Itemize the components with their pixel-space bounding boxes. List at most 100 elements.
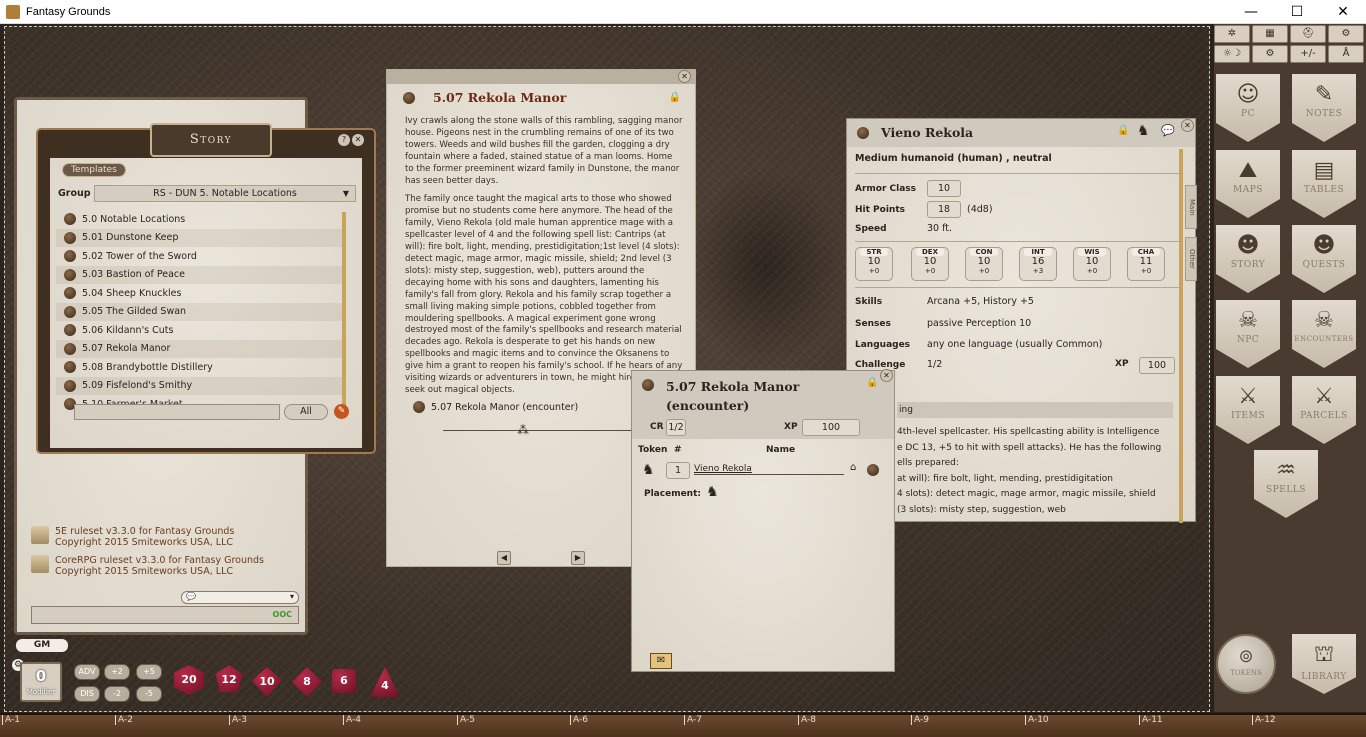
npc-type: Medium humanoid (human) , neutral (855, 153, 1052, 164)
list-item[interactable]: 5.09 Fisfelond's Smithy (56, 376, 344, 395)
ability-int[interactable]: INT 16 +3 (1019, 247, 1057, 281)
lock-icon[interactable]: 🔒 (669, 92, 681, 103)
tab-other[interactable]: Other (1185, 237, 1197, 281)
toolbar-button[interactable]: ⚙ (1328, 25, 1364, 43)
xp-field[interactable]: 100 (1139, 357, 1175, 374)
xp-field[interactable]: 100 (802, 419, 860, 436)
tokens-button[interactable]: ⊚ TOKENS (1216, 634, 1276, 694)
maximize-button[interactable]: ☐ (1274, 0, 1320, 24)
link-icon[interactable] (64, 268, 76, 281)
filter-input[interactable] (74, 404, 280, 420)
list-item[interactable]: 5.02 Tower of the Sword (56, 247, 344, 266)
toolbar-button[interactable]: ⛑ (1290, 25, 1326, 43)
token-icon[interactable]: ♞ (706, 484, 719, 500)
d6-die[interactable]: 6 (332, 669, 356, 693)
ability-str[interactable]: STR 10 +0 (855, 247, 893, 281)
minimize-button[interactable]: — (1228, 0, 1274, 24)
lock-icon[interactable]: 🔒 (866, 377, 878, 388)
cr-field[interactable]: 1/2 (666, 419, 686, 436)
toolbar-button[interactable]: ▦ (1252, 25, 1288, 43)
close-icon[interactable]: ✕ (352, 134, 364, 146)
list-item[interactable]: 5.05 The Gilded Swan (56, 302, 344, 321)
lock-icon[interactable]: 🔒 (1117, 125, 1129, 136)
token-icon[interactable]: ♞ (1137, 123, 1150, 139)
chat-mode-select[interactable]: 💬 ▾ (181, 591, 299, 604)
link-icon[interactable] (64, 305, 76, 318)
close-icon[interactable]: ✕ (880, 369, 893, 382)
link-icon[interactable] (64, 324, 76, 337)
tab-main[interactable]: Main (1185, 185, 1197, 229)
chat-input[interactable]: OOC (31, 606, 299, 624)
masks-icon: ☻ (1312, 233, 1336, 258)
hit-points-field[interactable]: 18 (927, 201, 961, 218)
list-item[interactable]: 5.01 Dunstone Keep (56, 228, 344, 247)
advantage-button[interactable]: ADV (74, 664, 100, 680)
languages-row: Languages any one language (usually Commo… (855, 339, 1103, 350)
scrollbar[interactable] (1179, 149, 1183, 523)
link-icon[interactable] (867, 464, 879, 476)
entry-title: 5.07 Rekola Manor (433, 90, 567, 105)
armor-class-field[interactable]: 10 (927, 180, 961, 197)
disadvantage-button[interactable]: DIS (74, 686, 100, 702)
ability-wis[interactable]: WIS 10 +0 (1073, 247, 1111, 281)
close-icon[interactable]: ✕ (678, 70, 691, 83)
templates-button[interactable]: Templates (62, 163, 126, 177)
ability-dex[interactable]: DEX 10 +0 (911, 247, 949, 281)
all-button[interactable]: All (284, 404, 328, 420)
ruler-mark: A-10 (1025, 715, 1049, 725)
link-icon[interactable] (64, 342, 76, 355)
link-icon[interactable] (64, 287, 76, 300)
list-item[interactable]: 5.06 Kildann's Cuts (56, 321, 344, 340)
toolbar-button[interactable]: Å (1328, 45, 1364, 63)
chat-icon[interactable]: 💬 (1161, 124, 1175, 137)
ability-cha[interactable]: CHA 11 +0 (1127, 247, 1165, 281)
npc-window[interactable]: Vieno Rekola 🔒 ♞ 💬 ✕ Medium humanoid (hu… (846, 118, 1197, 523)
faction-icon[interactable]: ⌂ (850, 462, 856, 473)
toolbar-button[interactable]: ✲ (1214, 25, 1250, 43)
token-icon[interactable]: ♞ (642, 462, 655, 478)
link-icon[interactable] (64, 231, 76, 244)
plus-five-button[interactable]: +5 (136, 664, 162, 680)
list-item[interactable]: 5.0 Notable Locations (56, 210, 344, 229)
toolbar-button[interactable]: +/- (1290, 45, 1326, 63)
gm-identity-tag[interactable]: GM (16, 639, 68, 652)
count-column-header: # (674, 445, 682, 455)
previous-button[interactable]: ◀ (497, 551, 511, 565)
story-window[interactable]: Story ? ✕ Templates Group RS - DUN 5. No… (36, 123, 376, 454)
scrollbar[interactable] (342, 212, 346, 418)
list-item[interactable]: 5.04 Sheep Knuckles (56, 284, 344, 303)
minus-two-button[interactable]: -2 (104, 686, 130, 702)
link-icon[interactable] (64, 250, 76, 263)
close-button[interactable]: ✕ (1320, 0, 1366, 24)
encounter-window[interactable]: 5.07 Rekola Manor (encounter) 🔒 ✕ CR 1/2… (631, 369, 895, 672)
next-button[interactable]: ▶ (571, 551, 585, 565)
help-icon[interactable]: ? (338, 134, 350, 146)
link-icon[interactable] (642, 379, 654, 391)
group-select[interactable]: RS - DUN 5. Notable Locations ▼ (94, 184, 356, 202)
spellbook-icon: ♒ (1276, 458, 1296, 483)
edit-icon[interactable]: ✎ (334, 404, 349, 419)
list-item[interactable]: 5.08 Brandybottle Distillery (56, 358, 344, 377)
toolbar-button[interactable]: ⚙ (1252, 45, 1288, 63)
chat-message: 5E ruleset v3.3.0 for Fantasy Grounds Cop… (31, 526, 301, 548)
divider (855, 241, 1180, 242)
link-icon[interactable] (413, 401, 425, 413)
link-icon[interactable] (64, 379, 76, 392)
link-icon[interactable] (64, 213, 76, 226)
envelope-icon[interactable]: ✉ (650, 653, 672, 669)
encounter-link[interactable]: 5.07 Rekola Manor (encounter) (413, 401, 578, 413)
table-row[interactable]: ♞ 1 Vieno Rekola ⌂ (638, 462, 884, 480)
link-icon[interactable] (857, 127, 869, 139)
count-field[interactable]: 1 (666, 462, 690, 479)
modifier-box[interactable]: 0 Modifier (20, 662, 62, 702)
npc-name-field[interactable]: Vieno Rekola (694, 464, 844, 475)
close-icon[interactable]: ✕ (1181, 119, 1194, 132)
plus-two-button[interactable]: +2 (104, 664, 130, 680)
list-item[interactable]: 5.03 Bastion of Peace (56, 265, 344, 284)
toolbar-button[interactable]: ☼☽ (1214, 45, 1250, 63)
ability-con[interactable]: CON 10 +0 (965, 247, 1003, 281)
link-icon[interactable] (403, 92, 415, 104)
list-item[interactable]: 5.07 Rekola Manor (56, 339, 344, 358)
minus-five-button[interactable]: -5 (136, 686, 162, 702)
link-icon[interactable] (64, 361, 76, 374)
